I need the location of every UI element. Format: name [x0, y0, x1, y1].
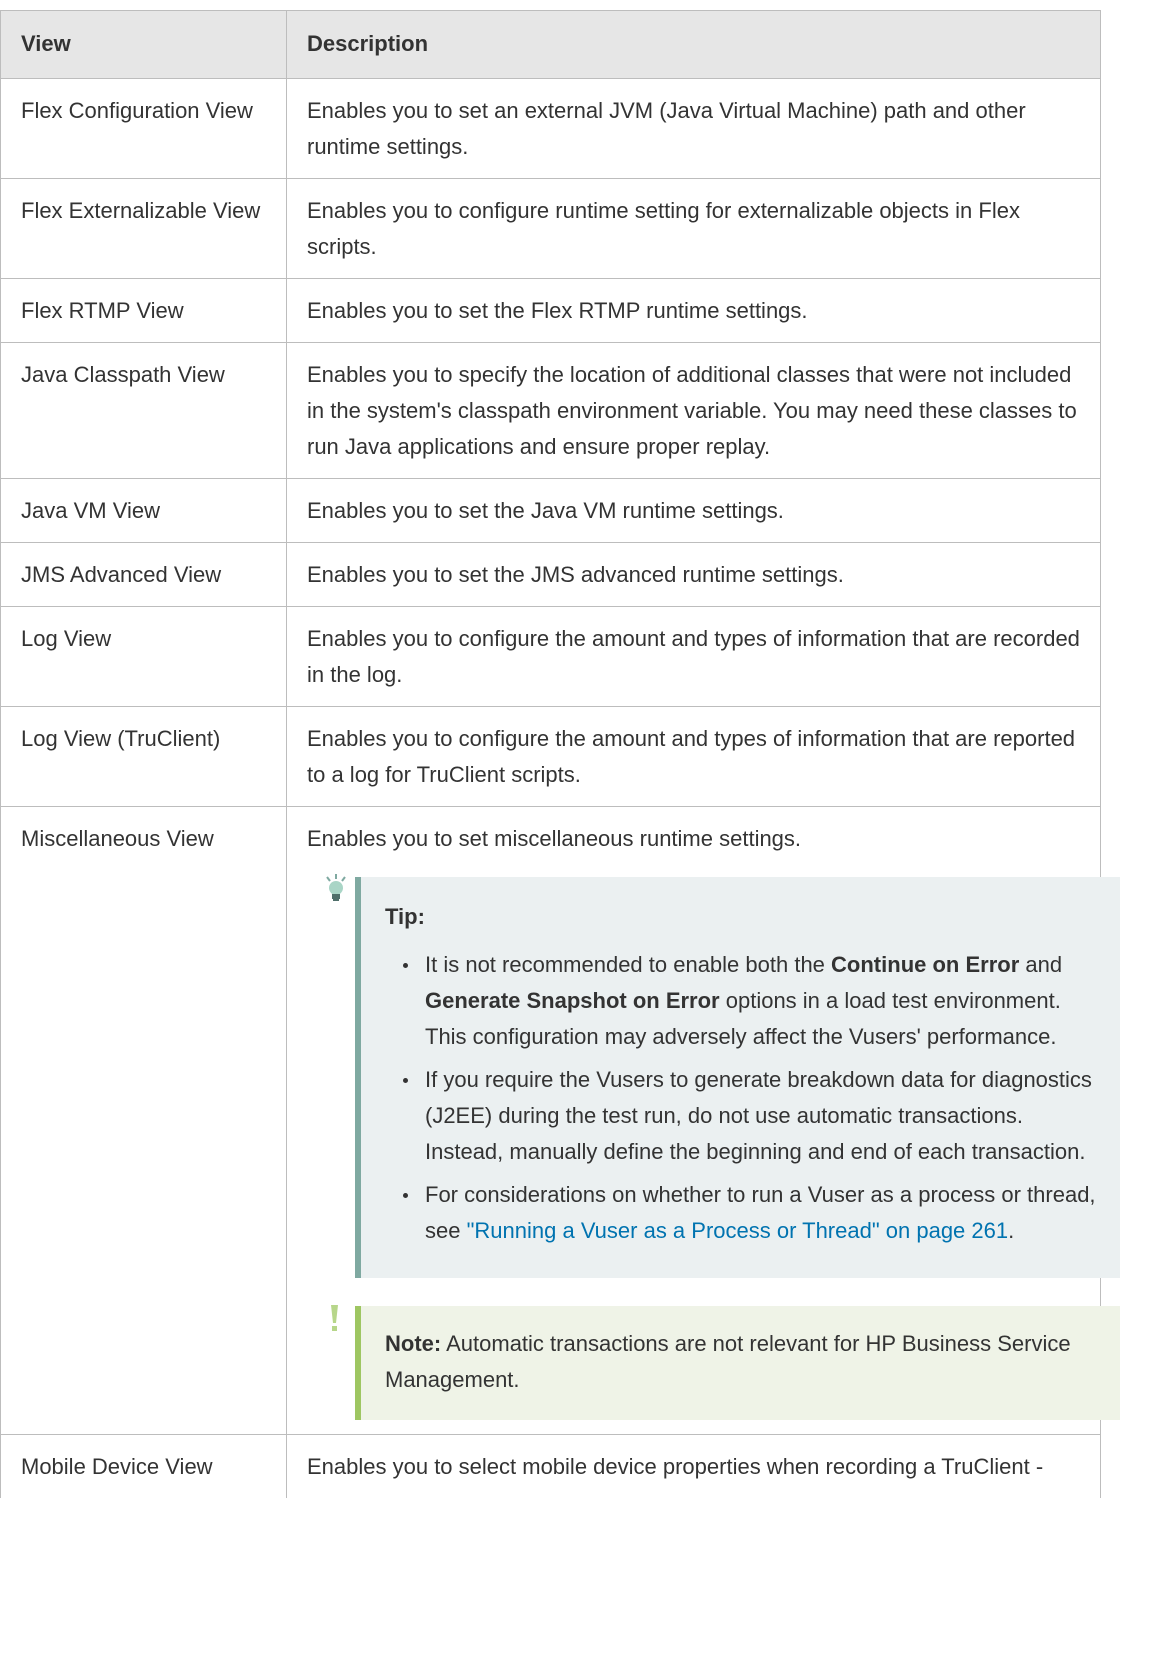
view-cell: JMS Advanced View: [0, 542, 287, 607]
table-row: Java Classpath View Enables you to speci…: [0, 342, 1101, 479]
description-cell: Enables you to select mobile device prop…: [286, 1434, 1101, 1498]
description-cell: Enables you to configure the amount and …: [286, 706, 1101, 807]
running-vuser-link[interactable]: "Running a Vuser as a Process or Thread"…: [467, 1218, 1009, 1243]
tip-box: Tip: It is not recommended to enable bot…: [355, 877, 1120, 1278]
table-row: Log View Enables you to configure the am…: [0, 606, 1101, 707]
tip-title: Tip:: [385, 904, 425, 929]
description-cell-miscellaneous: Enables you to set miscellaneous runtime…: [286, 806, 1120, 1435]
view-cell: Flex Externalizable View: [0, 178, 287, 279]
view-cell: Miscellaneous View: [0, 806, 287, 1435]
description-cell: Enables you to set the JMS advanced runt…: [286, 542, 1101, 607]
runtime-views-table: View Description Flex Configuration View…: [0, 10, 1120, 1498]
table-header-row: View Description: [0, 10, 1101, 79]
view-cell: Log View: [0, 606, 287, 707]
description-cell: Enables you to set the Flex RTMP runtime…: [286, 278, 1101, 343]
view-cell: Flex RTMP View: [0, 278, 287, 343]
view-cell: Flex Configuration View: [0, 78, 287, 179]
note-text: Automatic transactions are not relevant …: [385, 1331, 1071, 1392]
view-cell: Java Classpath View: [0, 342, 287, 479]
table-row: Flex RTMP View Enables you to set the Fl…: [0, 278, 1101, 343]
tip-callout: Tip: It is not recommended to enable bot…: [326, 874, 1120, 1278]
tip-list: It is not recommended to enable both the…: [385, 947, 1096, 1249]
view-cell: Log View (TruClient): [0, 706, 287, 807]
note-callout: Note: Automatic transactions are not rel…: [331, 1305, 1120, 1420]
view-cell: Mobile Device View: [0, 1434, 287, 1498]
table-row: Miscellaneous View Enables you to set mi…: [0, 806, 1120, 1435]
view-cell: Java VM View: [0, 478, 287, 543]
description-text: Enables you to set miscellaneous runtime…: [307, 826, 802, 851]
lightbulb-icon: [326, 874, 346, 901]
note-box: Note: Automatic transactions are not rel…: [355, 1306, 1120, 1420]
table-row: Log View (TruClient) Enables you to conf…: [0, 706, 1101, 807]
table-row: Flex Externalizable View Enables you to …: [0, 178, 1101, 279]
header-description: Description: [286, 10, 1101, 79]
tip-text: .: [1008, 1218, 1015, 1243]
description-cell: Enables you to specify the location of a…: [286, 342, 1101, 479]
table-row: Java VM View Enables you to set the Java…: [0, 478, 1101, 543]
tip-item: If you require the Vusers to generate br…: [403, 1062, 1096, 1170]
table-row: Flex Configuration View Enables you to s…: [0, 78, 1101, 179]
tip-item: For considerations on whether to run a V…: [403, 1177, 1096, 1249]
note-label: Note:: [385, 1331, 442, 1356]
table-row: Mobile Device View Enables you to select…: [0, 1434, 1101, 1498]
tip-option-continue-on-error: Continue on Error: [831, 952, 1020, 977]
description-cell: Enables you to configure runtime setting…: [286, 178, 1101, 279]
tip-text: and: [1019, 952, 1063, 977]
table-row: JMS Advanced View Enables you to set the…: [0, 542, 1101, 607]
tip-item: It is not recommended to enable both the…: [403, 947, 1096, 1055]
header-view: View: [0, 10, 287, 79]
description-cell: Enables you to set the Java VM runtime s…: [286, 478, 1101, 543]
description-cell: Enables you to configure the amount and …: [286, 606, 1101, 707]
tip-text: It is not recommended to enable both the: [425, 952, 832, 977]
tip-option-generate-snapshot: Generate Snapshot on Error: [425, 988, 720, 1013]
description-cell: Enables you to set an external JVM (Java…: [286, 78, 1101, 179]
exclamation-icon: [331, 1305, 338, 1331]
